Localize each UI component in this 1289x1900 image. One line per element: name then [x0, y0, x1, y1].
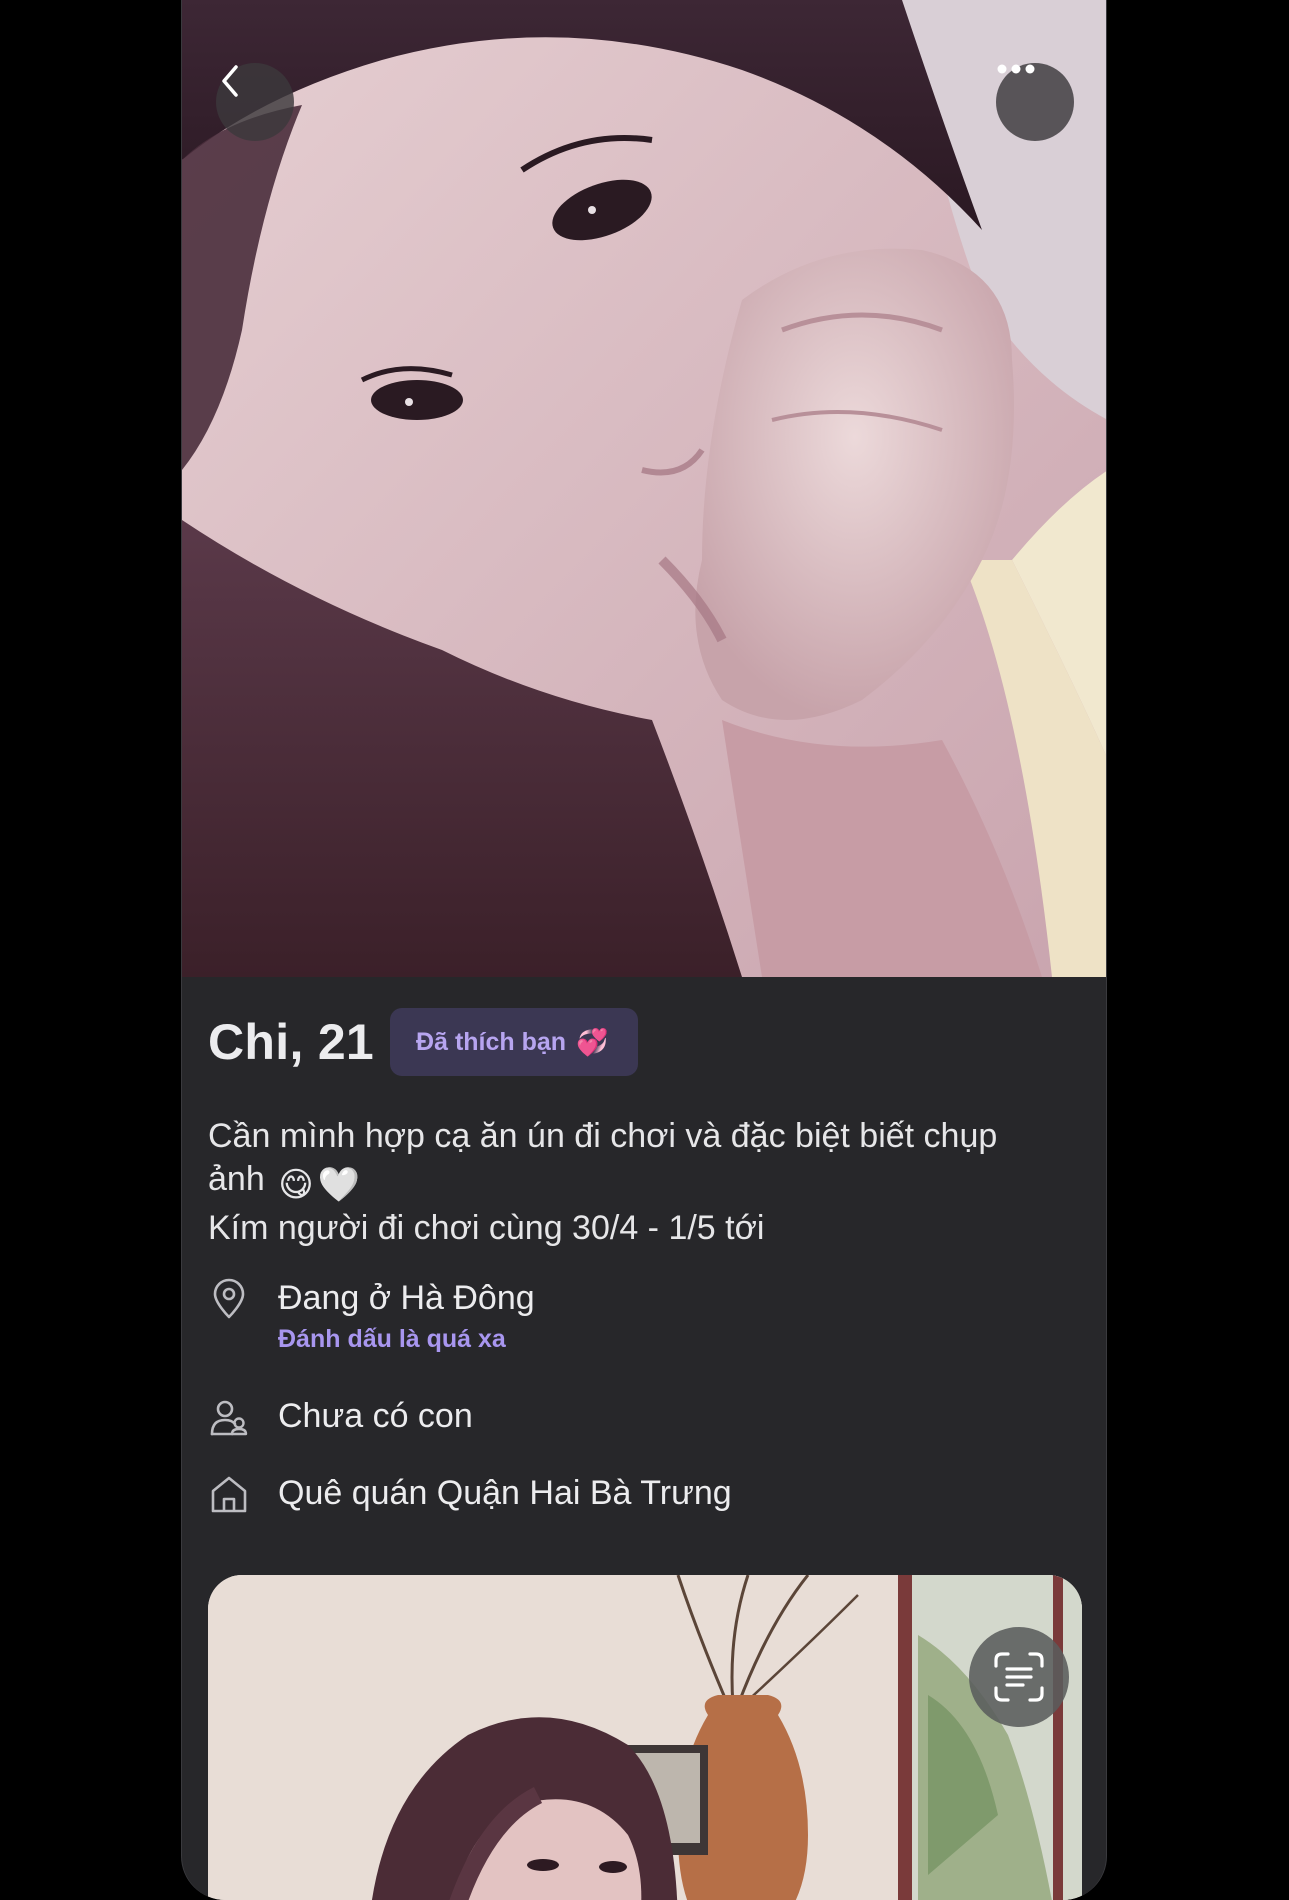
people-icon	[210, 1400, 248, 1436]
profile-bio: Cần mình hợp cạ ăn ún đi chơi và đặc biệ…	[208, 1115, 1078, 1250]
bio-line-2-text: ảnh	[208, 1160, 265, 1198]
fact-children: Chưa có con	[208, 1395, 473, 1438]
second-photo-illustration	[208, 1575, 1082, 1900]
back-button[interactable]	[216, 63, 294, 141]
profile-name-age: Chi, 21	[208, 1014, 375, 1070]
screen: Chi, 21 Đã thích bạn 💞 Cần mình hợp cạ ă…	[0, 0, 1289, 1900]
liked-you-label: Đã thích bạn	[416, 1027, 567, 1056]
mark-too-far-link[interactable]: Đánh dấu là quá xa	[278, 1325, 535, 1354]
liked-you-badge: Đã thích bạn 💞	[390, 1008, 639, 1076]
more-horizontal-icon	[997, 64, 1035, 74]
map-pin-icon	[213, 1278, 245, 1319]
name-row: Chi, 21 Đã thích bạn 💞	[208, 1008, 639, 1076]
location-text: Đang ở Hà Đông	[278, 1279, 535, 1317]
bio-line-1: Cần mình hợp cạ ăn ún đi chơi và đặc biệ…	[208, 1117, 998, 1155]
fact-location: Đang ở Hà Đông Đánh dấu là quá xa	[208, 1277, 535, 1354]
white-heart-emoji-icon: 🤍	[317, 1166, 360, 1204]
hometown-text: Quê quán Quận Hai Bà Trưng	[278, 1474, 732, 1512]
profile-photo-illustration	[182, 0, 1106, 977]
yum-face-emoji-icon: 😋	[278, 1166, 314, 1204]
profile-photo-second[interactable]	[208, 1575, 1082, 1900]
text-scan-button[interactable]	[969, 1627, 1069, 1727]
children-text: Chưa có con	[278, 1397, 473, 1435]
text-scan-icon	[994, 1652, 1044, 1702]
profile-card[interactable]: Chi, 21 Đã thích bạn 💞 Cần mình hợp cạ ă…	[181, 0, 1107, 1900]
hearts-emoji-icon: 💞	[576, 1026, 609, 1057]
fact-hometown: Quê quán Quận Hai Bà Trưng	[208, 1472, 732, 1515]
bio-line-2: ảnh 😋 🤍	[208, 1158, 1078, 1207]
profile-photo-main[interactable]	[182, 0, 1106, 977]
bio-line-3: Kím người đi chơi cùng 30/4 - 1/5 tới	[208, 1209, 765, 1247]
home-icon	[211, 1476, 247, 1513]
chevron-left-icon	[222, 65, 238, 97]
more-options-button[interactable]	[996, 63, 1074, 141]
